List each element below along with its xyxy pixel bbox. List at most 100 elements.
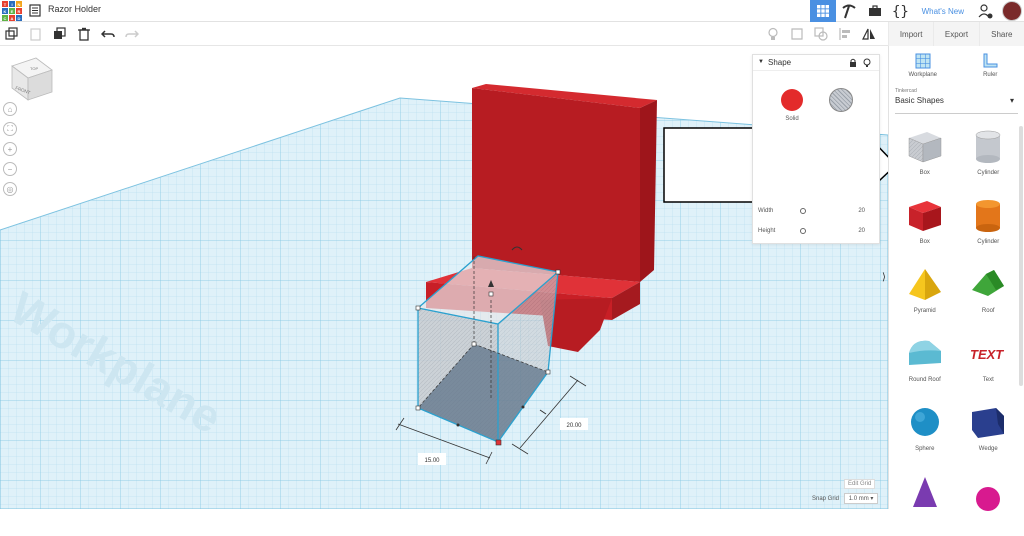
codeblocks-button[interactable]: {}: [888, 0, 914, 22]
duplicate-icon[interactable]: [53, 27, 67, 41]
svg-text:{}: {}: [892, 4, 909, 19]
hole-swatch[interactable]: [829, 88, 853, 112]
align-icon[interactable]: [838, 27, 852, 41]
home-view-button[interactable]: ⌂: [3, 102, 17, 116]
shape-label: Sphere: [915, 446, 934, 452]
panel-scrollbar[interactable]: [1019, 126, 1023, 386]
snap-grid-select[interactable]: 1.0 mm ▾: [844, 493, 879, 504]
undo-icon[interactable]: [101, 27, 115, 41]
top-bar: T I N K E R C A D Razor Holder: [0, 0, 1024, 22]
share-button[interactable]: Share: [979, 22, 1024, 46]
add-user-button[interactable]: [972, 0, 998, 22]
svg-text:TEXT: TEXT: [970, 347, 1004, 362]
lock-icon[interactable]: [849, 58, 857, 68]
shape-inspector: ▼ Shape Solid Width 20 Height 20: [752, 54, 880, 244]
shape-library-select[interactable]: Tinkercad Basic Shapes ▾: [895, 88, 1018, 114]
design-title[interactable]: Razor Holder: [48, 4, 101, 14]
logo-letter: D: [16, 15, 22, 21]
shape-label: Pyramid: [914, 308, 936, 314]
workplane-tool-label: Workplane: [908, 72, 937, 78]
inspector-title: Shape: [768, 58, 791, 67]
view-cube-top: TOP: [30, 66, 38, 71]
shape-cylinder-hole[interactable]: Cylinder: [959, 122, 1019, 191]
redo-icon[interactable]: [125, 27, 139, 41]
height-radio[interactable]: [800, 228, 806, 234]
mirror-icon[interactable]: [862, 27, 876, 41]
light-bulb-icon[interactable]: [766, 27, 780, 41]
user-avatar[interactable]: [1002, 1, 1022, 21]
note-icon[interactable]: [790, 27, 804, 41]
blocks-view-button[interactable]: [836, 0, 862, 22]
shape-label: Text: [983, 377, 994, 383]
paste-icon[interactable]: [29, 27, 43, 41]
grid-icon: [816, 4, 830, 18]
logo-letter: I: [9, 1, 15, 7]
ortho-view-button[interactable]: ◎: [3, 182, 17, 196]
pyramid-icon: [905, 266, 945, 304]
view-cube[interactable]: TOP FRONT: [12, 58, 52, 100]
shape-label: Cylinder: [977, 170, 999, 176]
import-button[interactable]: Import: [888, 22, 933, 46]
cylinder-hole-icon: [968, 128, 1008, 166]
shapes-panel: Workplane Ruler Tinkercad Basic Shapes ▾…: [888, 46, 1024, 509]
edit-grid-button[interactable]: Edit Grid: [844, 479, 875, 489]
shape-pyramid[interactable]: Pyramid: [895, 260, 955, 329]
logo-letter: A: [9, 15, 15, 21]
design-list-icon[interactable]: [29, 4, 41, 17]
zoom-in-button[interactable]: +: [3, 142, 17, 156]
shape-box-hole[interactable]: Box: [895, 122, 955, 191]
workplane-icon: [914, 52, 932, 70]
code-braces-icon: {}: [892, 3, 910, 19]
export-button[interactable]: Export: [933, 22, 978, 46]
shape-round-roof[interactable]: Round Roof: [895, 329, 955, 398]
view-controls: ⌂ ⛶ + − ◎: [3, 102, 17, 202]
width-dimension[interactable]: 15.00: [424, 458, 440, 464]
delete-icon[interactable]: [77, 27, 91, 41]
wedge-icon: [968, 404, 1008, 442]
workplane-ruler-row: Workplane Ruler: [889, 46, 1024, 84]
shape-text[interactable]: TEXT Text: [959, 329, 1019, 398]
logo-letter: C: [2, 15, 8, 21]
text-icon: TEXT: [968, 335, 1008, 373]
shape-label: Box: [920, 170, 930, 176]
box-icon: [905, 197, 945, 235]
panel-toggle-icon[interactable]: ⟩: [882, 272, 886, 283]
height-value[interactable]: 20: [858, 228, 865, 234]
shape-cone[interactable]: [895, 467, 955, 536]
snap-grid-control: Snap Grid 1.0 mm ▾: [812, 493, 878, 504]
fit-view-button[interactable]: ⛶: [3, 122, 17, 136]
ruler-icon: [981, 52, 999, 70]
solid-color-swatch[interactable]: [781, 89, 803, 111]
edit-toolbar: [0, 22, 888, 46]
logo-letter: R: [16, 8, 22, 14]
shape-roof[interactable]: Roof: [959, 260, 1019, 329]
tinkercad-logo[interactable]: T I N K E R C A D: [2, 1, 22, 21]
shape-sphere[interactable]: Sphere: [895, 398, 955, 467]
snap-grid-label: Snap Grid: [812, 496, 839, 502]
lessons-button[interactable]: [862, 0, 888, 22]
depth-dimension[interactable]: 20.00: [566, 423, 582, 429]
height-label: Height: [758, 228, 775, 234]
shape-wedge[interactable]: Wedge: [959, 398, 1019, 467]
logo-letter: N: [16, 1, 22, 7]
width-radio[interactable]: [800, 208, 806, 214]
width-row: Width 20: [758, 208, 873, 214]
zoom-out-button[interactable]: −: [3, 162, 17, 176]
width-value[interactable]: 20: [858, 208, 865, 214]
shape-box[interactable]: Box: [895, 191, 955, 260]
library-provider: Tinkercad: [895, 88, 1018, 94]
height-row: Height 20: [758, 228, 873, 234]
shape-label: Wedge: [979, 446, 998, 452]
shape-cylinder[interactable]: Cylinder: [959, 191, 1019, 260]
workplane-tool[interactable]: Workplane: [889, 46, 957, 84]
shape-paraboloid[interactable]: [959, 467, 1019, 536]
briefcase-icon: [868, 5, 882, 17]
paraboloid-icon: [968, 473, 1008, 511]
light-bulb-icon[interactable]: [863, 58, 871, 68]
collapse-caret-icon[interactable]: ▼: [758, 59, 764, 65]
ruler-tool[interactable]: Ruler: [957, 46, 1024, 84]
copy-icon[interactable]: [5, 27, 19, 41]
group-icon[interactable]: [814, 27, 828, 41]
whats-new-link[interactable]: What's New: [914, 7, 972, 16]
3d-design-view-button[interactable]: [810, 0, 836, 22]
